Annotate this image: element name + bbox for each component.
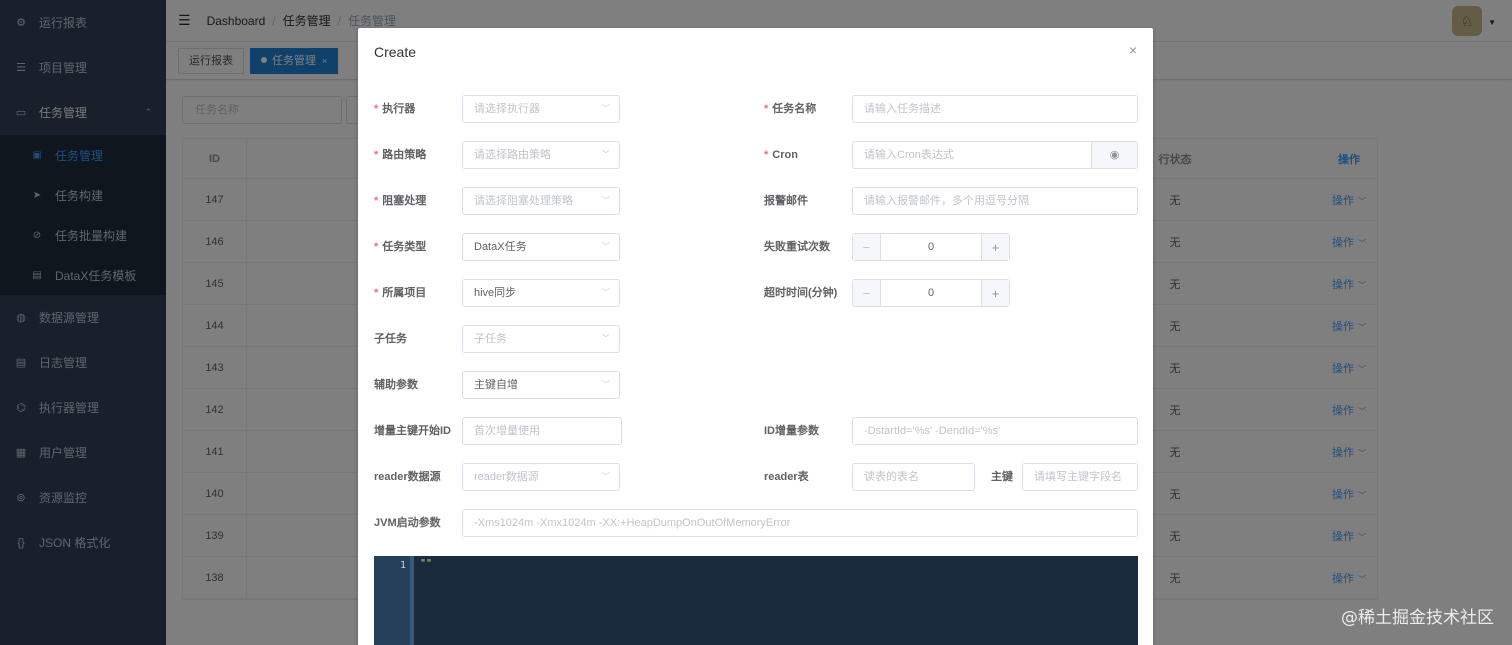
editor-gutter-edge: [410, 556, 414, 645]
task-name-label: * 任务名称: [764, 103, 817, 115]
line-number: 1: [399, 560, 406, 571]
route-label: * 路由策略: [374, 149, 427, 161]
chevron-down-icon: ﹀: [602, 380, 610, 389]
reader-table-label: reader表: [764, 471, 809, 483]
block-label: * 阻塞处理: [374, 195, 427, 207]
inc-start-id-label: 增量主键开始ID: [374, 425, 451, 437]
project-select[interactable]: hive同步 ﹀: [462, 279, 620, 307]
route-select[interactable]: 请选择路由策略 ﹀: [462, 141, 620, 169]
executor-select[interactable]: 请选择执行器 ﹀: [462, 95, 620, 123]
cron-input[interactable]: 请输入Cron表达式 ◉: [852, 141, 1138, 169]
task-type-select[interactable]: DataX任务 ﹀: [462, 233, 620, 261]
reader-table-input[interactable]: 读表的表名: [852, 463, 975, 491]
increment-button[interactable]: +: [981, 234, 1009, 260]
id-inc-param-input[interactable]: -DstartId='%s' -DendId='%s': [852, 417, 1138, 445]
eye-icon[interactable]: ◉: [1091, 142, 1137, 168]
alarm-email-label: 报警邮件: [764, 195, 808, 207]
inc-start-id-input[interactable]: 首次增量使用: [462, 417, 622, 445]
chevron-down-icon: ﹀: [602, 472, 610, 481]
watermark: @稀土掘金技术社区: [1341, 608, 1494, 628]
increment-button[interactable]: +: [981, 280, 1009, 306]
project-label: * 所属项目: [374, 287, 427, 299]
block-select[interactable]: 请选择阻塞处理策略 ﹀: [462, 187, 620, 215]
editor-code[interactable]: "": [420, 558, 432, 569]
chevron-down-icon: ﹀: [602, 334, 610, 343]
chevron-down-icon: ﹀: [602, 196, 610, 205]
dialog-title: Create: [374, 44, 417, 60]
id-inc-param-label: ID增量参数: [764, 425, 819, 437]
alarm-email-input[interactable]: 请输入报警邮件，多个用逗号分隔: [852, 187, 1138, 215]
aux-param-select[interactable]: 主键自增 ﹀: [462, 371, 620, 399]
chevron-down-icon: ﹀: [602, 288, 610, 297]
timeout-value[interactable]: 0: [881, 280, 981, 306]
decrement-button[interactable]: −: [853, 234, 881, 260]
jvm-input[interactable]: -Xms1024m -Xmx1024m -XX:+HeapDumpOnOutOf…: [462, 509, 1138, 537]
chevron-down-icon: ﹀: [602, 242, 610, 251]
reader-ds-select[interactable]: reader数据源 ﹀: [462, 463, 620, 491]
executor-label: * 执行器: [374, 103, 416, 115]
task-type-label: * 任务类型: [374, 241, 427, 253]
chevron-down-icon: ﹀: [602, 104, 610, 113]
decrement-button[interactable]: −: [853, 280, 881, 306]
retry-value[interactable]: 0: [881, 234, 981, 260]
retry-stepper: − 0 +: [852, 233, 1010, 261]
timeout-label: 超时时间(分钟): [764, 287, 838, 299]
reader-ds-label: reader数据源: [374, 471, 441, 483]
cron-label: * Cron: [764, 149, 798, 161]
chevron-down-icon: ﹀: [602, 150, 610, 159]
retry-label: 失败重试次数: [764, 241, 830, 253]
editor-gutter: 1: [374, 556, 410, 645]
create-dialog: Create × * 执行器 请选择执行器 ﹀ * 任务名称 请输入任务描述 * 路由策…: [358, 28, 1153, 645]
task-name-input[interactable]: 请输入任务描述: [852, 95, 1138, 123]
aux-param-label: 辅助参数: [374, 379, 418, 391]
subtask-label: 子任务: [374, 333, 407, 345]
primary-key-input[interactable]: 请填写主键字段名: [1022, 463, 1138, 491]
timeout-stepper: − 0 +: [852, 279, 1010, 307]
jvm-label: JVM启动参数: [374, 517, 441, 529]
json-editor[interactable]: 1 "": [374, 556, 1138, 645]
close-icon[interactable]: ×: [1129, 42, 1137, 58]
subtask-select[interactable]: 子任务 ﹀: [462, 325, 620, 353]
primary-key-label: 主键: [991, 471, 1013, 483]
